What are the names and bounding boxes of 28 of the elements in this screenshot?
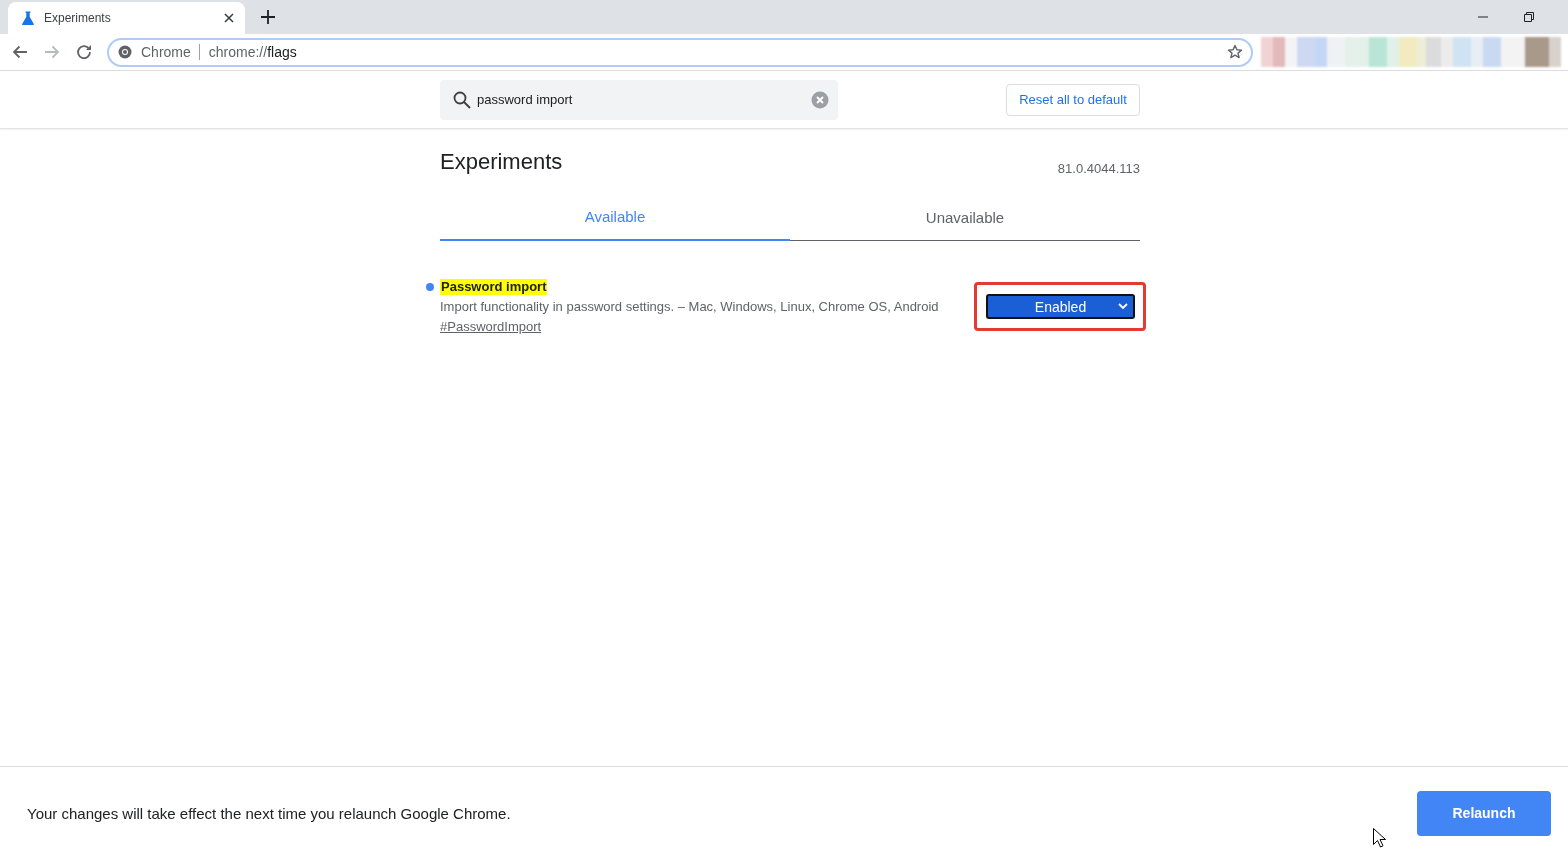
star-icon[interactable] bbox=[1227, 44, 1243, 60]
page-title: Experiments bbox=[440, 149, 563, 175]
flag-description: Import functionality in password settings. – Mac, Windows, Linux, Chrome OS, Android bbox=[440, 298, 939, 316]
reset-button[interactable]: Reset all to default bbox=[1006, 83, 1140, 116]
relaunch-message: Your changes will take effect the next time you relaunch Google Chrome. bbox=[27, 804, 511, 822]
flag-select[interactable]: Enabled bbox=[986, 294, 1135, 319]
flag-link[interactable]: #PasswordImport bbox=[440, 317, 542, 337]
page-tab[interactable]: Available bbox=[440, 194, 790, 241]
back-arrow-icon bbox=[12, 44, 28, 60]
flask-icon bbox=[20, 10, 36, 26]
clear-icon[interactable] bbox=[811, 90, 829, 109]
url-text: chrome://flags bbox=[208, 44, 298, 60]
site-logo-icon bbox=[118, 45, 132, 59]
restore-icon bbox=[1523, 11, 1535, 23]
search-icon bbox=[452, 89, 472, 110]
browser-tab[interactable]: Experiments bbox=[8, 2, 245, 34]
site-label: Chrome bbox=[141, 44, 191, 60]
version-text: 81.0.4044.113 bbox=[1057, 161, 1140, 177]
search-field[interactable]: password import bbox=[440, 79, 838, 120]
page-tab[interactable]: Unavailable bbox=[790, 194, 1140, 241]
forward-arrow-icon bbox=[44, 44, 60, 60]
address-bar[interactable]: Chrome chrome://flags bbox=[107, 37, 1253, 67]
reload-icon bbox=[76, 44, 92, 60]
plus-icon[interactable] bbox=[258, 7, 278, 27]
caret-icon bbox=[1118, 303, 1128, 310]
flag-title: Password import bbox=[440, 279, 548, 295]
relaunch-button[interactable]: Relaunch bbox=[1417, 790, 1551, 836]
cursor-icon bbox=[1373, 828, 1386, 848]
